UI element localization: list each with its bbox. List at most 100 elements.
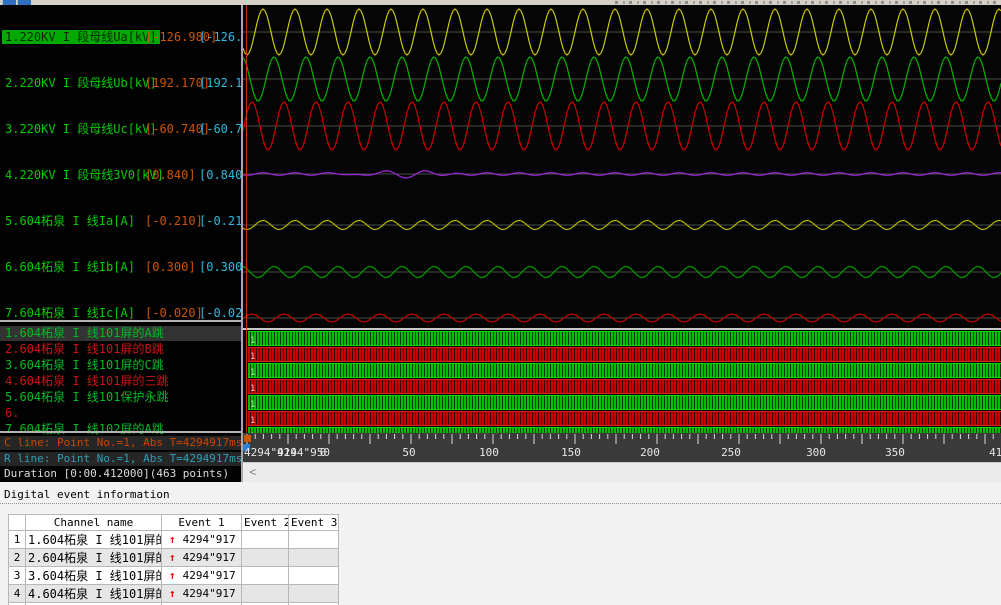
section-rule [0, 503, 1001, 504]
event-row-index: 4 [9, 585, 26, 603]
digital-waveform-plot[interactable]: 1111111 [243, 330, 1001, 433]
event-time: 4294"917 ms [183, 569, 242, 582]
digital-state-bar: 1 [248, 331, 1001, 346]
event-row-index: 1 [9, 531, 26, 549]
event-channel-name: 2.604柘泉 I 线101屏的B跳 [26, 549, 162, 567]
event-table-header-row: Channel name Event 1 Event 2 Event 3 [9, 515, 339, 531]
channel-value-r-cursor: [-0.210] [199, 214, 241, 228]
channel-value-r-cursor: [-60.740] [199, 122, 241, 136]
axis-ms-label: 412 [989, 446, 1001, 459]
event-1-cell: ↑ 4294"917 ms [162, 531, 242, 549]
digital-event-table: Channel name Event 1 Event 2 Event 3 11.… [8, 514, 339, 605]
event-table-row[interactable]: 33.604柘泉 I 线101屏的C跳↑4294"917 ms [9, 567, 339, 585]
digital-channel-row[interactable]: 1.604柘泉 I 线101屏的A跳 [0, 326, 241, 341]
analog-channel-row[interactable]: 4.220KV I 段母线3V0[kV][0.840][0.840] [0, 168, 241, 182]
channel-value-c-cursor: [-60.740] [145, 122, 195, 136]
event-3-cell [289, 549, 339, 567]
axis-ms-label: 350 [885, 446, 905, 459]
axis-ms-label: 200 [640, 446, 660, 459]
event-row-index: 3 [9, 567, 26, 585]
channel-value-c-cursor: [-0.020] [145, 306, 195, 320]
digital-state-bar: 1 [248, 347, 1001, 362]
axis-ms-label: 100 [479, 446, 499, 459]
time-cursor-line[interactable] [246, 5, 247, 433]
axis-ticks [243, 433, 1001, 445]
event-3-cell [289, 531, 339, 549]
channel-value-c-cursor: [-126.980] [145, 30, 195, 44]
event-2-cell [242, 585, 289, 603]
analog-waveform-plot[interactable] [243, 5, 1001, 328]
channel-value-r-cursor: [0.840] [199, 168, 241, 182]
axis-ms-label: 250 [721, 446, 741, 459]
event-1-cell: ↑ 4294"917 ms [162, 585, 242, 603]
rising-edge-arrow-icon: ↑ [169, 533, 176, 546]
channel-value-r-cursor: [0.300] [199, 260, 241, 274]
analog-channel-row[interactable]: 2.220KV I 段母线Ub[kV][192.170][192.170] [0, 76, 241, 90]
digital-state-value: 1 [248, 336, 255, 346]
event-1-cell: ↑4294"917 ms [162, 567, 242, 585]
digital-channel-row[interactable]: 5.604柘泉 I 线101保护永跳 [0, 390, 241, 405]
analog-channel-name[interactable]: 4.220KV I 段母线3V0[kV] [5, 168, 164, 182]
header-event-1: Event 1 [162, 515, 242, 531]
duration-status: Duration [0:00.412000](463 points) [0, 467, 241, 481]
analog-channel-row[interactable]: 6.604柘泉 I 线Ib[A][0.300][0.300] [0, 260, 241, 274]
digital-channel-row[interactable]: 6. [0, 406, 241, 421]
event-table-row[interactable]: 11.604柘泉 I 线101屏的A跳 ↑ 4294"917 ms [9, 531, 339, 549]
analog-channel-name[interactable]: 5.604柘泉 I 线Ia[A] [5, 214, 135, 228]
event-3-cell [289, 567, 339, 585]
digital-state-value: 1 [248, 384, 255, 394]
digital-state-bar: 1 [248, 363, 1001, 378]
digital-state-value: 1 [248, 416, 255, 426]
scroll-left-icon[interactable]: < [249, 465, 256, 479]
event-table-row[interactable]: 22.604柘泉 I 线101屏的B跳↑4294"917 ms [9, 549, 339, 567]
digital-state-bar: 1 [248, 395, 1001, 410]
header-channel-name: Channel name [26, 515, 162, 531]
time-axis-ruler: 4294"9144294"950050100150200250300350412 [243, 433, 1001, 462]
digital-channel-row[interactable]: 3.604柘泉 I 线101屏的C跳 [0, 358, 241, 373]
analog-channel-row[interactable]: 1.220KV I 段母线Ua[kV][-126.980][-126.980] [0, 30, 241, 44]
panel-divider [0, 320, 241, 322]
event-channel-name: 4.604柘泉 I 线101屏的三跳 [26, 585, 162, 603]
analog-channel-name[interactable]: 1.220KV I 段母线Ua[kV] [2, 30, 160, 44]
analog-channel-name[interactable]: 7.604柘泉 I 线Ic[A] [5, 306, 135, 320]
rising-edge-arrow-icon: ↑ [169, 587, 176, 600]
event-1-cell: ↑4294"917 ms [162, 549, 242, 567]
c-cursor-handle[interactable] [244, 435, 251, 442]
event-channel-name: 1.604柘泉 I 线101屏的A跳 [26, 531, 162, 549]
r-cursor-status: R line: Point No.=1, Abs T=4294917ms, Re… [0, 452, 241, 466]
digital-event-panel: Digital event information Channel name E… [0, 482, 1001, 605]
event-time: 4294"917 ms [183, 587, 242, 600]
event-2-cell [242, 531, 289, 549]
event-3-cell [289, 585, 339, 603]
analog-channel-name[interactable]: 6.604柘泉 I 线Ib[A] [5, 260, 135, 274]
event-time: 4294"917 ms [183, 551, 242, 564]
channel-value-r-cursor: [-126.980] [199, 30, 241, 44]
header-event-3: Event 3 [289, 515, 339, 531]
digital-channel-row[interactable]: 4.604柘泉 I 线101屏的三跳 [0, 374, 241, 389]
analog-channel-name[interactable]: 2.220KV I 段母线Ub[kV] [5, 76, 157, 90]
channel-value-c-cursor: [192.170] [145, 76, 195, 90]
analog-channel-row[interactable]: 3.220KV I 段母线Uc[kV][-60.740][-60.740] [0, 122, 241, 136]
axis-ms-label: 0 [320, 446, 327, 459]
event-row-index: 2 [9, 549, 26, 567]
digital-channel-row[interactable]: 7.604柘泉 I 线102屏的A跳 [0, 422, 241, 437]
digital-channel-row[interactable]: 2.604柘泉 I 线101屏的B跳 [0, 342, 241, 357]
event-time: 4294"917 ms [183, 533, 242, 546]
channel-value-c-cursor: [-0.210] [145, 214, 195, 228]
waveform-canvas [243, 5, 1001, 328]
clipped-title-text [615, 1, 1001, 4]
event-2-cell [242, 567, 289, 585]
analog-channel-row[interactable]: 7.604柘泉 I 线Ic[A][-0.020][-0.020] [0, 306, 241, 320]
header-event-2: Event 2 [242, 515, 289, 531]
event-2-cell [242, 549, 289, 567]
panel-divider [0, 431, 241, 433]
analog-channel-row[interactable]: 5.604柘泉 I 线Ia[A] [-0.210] [-0.210] [0, 214, 241, 228]
digital-state-bar: 1 [248, 379, 1001, 394]
analog-channel-name[interactable]: 3.220KV I 段母线Uc[kV] [5, 122, 157, 136]
event-table-row[interactable]: 44.604柘泉 I 线101屏的三跳 ↑ 4294"917 ms [9, 585, 339, 603]
horizontal-scrollbar[interactable]: < [243, 462, 1001, 483]
digital-state-value: 1 [248, 400, 255, 410]
waveform-analysis-window: 1.220KV I 段母线Ua[kV][-126.980][-126.980]2… [0, 0, 1001, 605]
header-index [9, 515, 26, 531]
digital-state-value: 1 [248, 352, 255, 362]
